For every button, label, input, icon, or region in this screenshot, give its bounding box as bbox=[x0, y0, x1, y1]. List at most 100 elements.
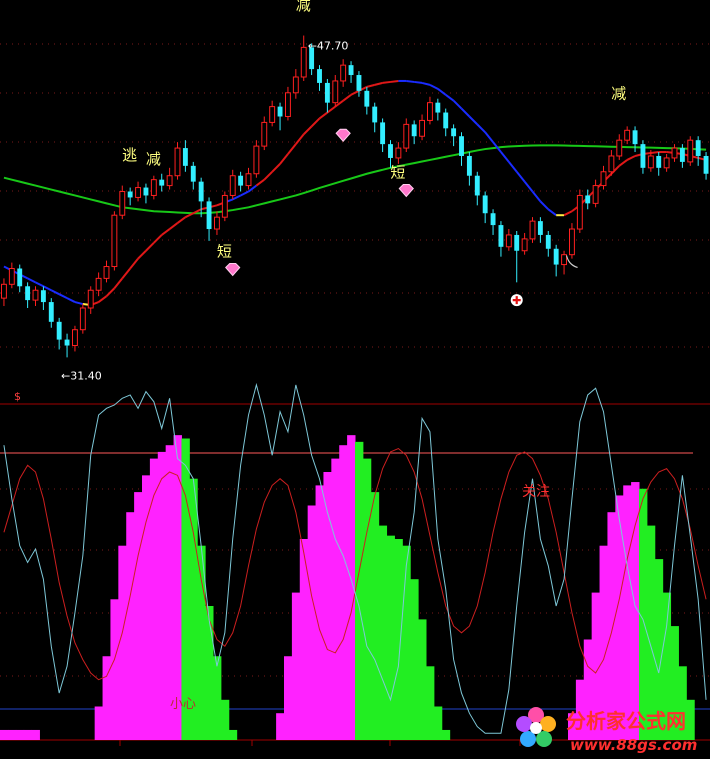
candle-body bbox=[103, 266, 110, 279]
candle-body bbox=[443, 112, 449, 129]
signal-label: 逃 bbox=[122, 146, 137, 164]
candle-body bbox=[56, 321, 62, 340]
histogram-bar bbox=[433, 706, 443, 740]
ma-mid-segment bbox=[66, 297, 76, 303]
candle-body bbox=[32, 289, 39, 301]
stock-chart: 逃减减短短减乀←47.70←31.40 $关注小心 分析家公式网 www.88g… bbox=[0, 0, 710, 754]
candle-body bbox=[25, 286, 31, 301]
price-grid bbox=[0, 43, 710, 348]
histogram-bar bbox=[157, 451, 167, 740]
histogram-bar bbox=[181, 438, 190, 740]
candle-body bbox=[632, 130, 638, 145]
histogram-bar bbox=[426, 666, 435, 740]
histogram-bar bbox=[607, 512, 616, 740]
candle-body bbox=[364, 90, 370, 107]
candle-body bbox=[592, 185, 599, 204]
histogram-bar bbox=[370, 492, 380, 740]
histogram-bar bbox=[134, 492, 143, 740]
histogram-bar bbox=[110, 599, 119, 740]
candle-body bbox=[277, 106, 283, 117]
ma-mid-segment bbox=[295, 133, 305, 145]
candle-body bbox=[529, 220, 536, 240]
histogram-bar bbox=[331, 458, 340, 740]
ma-mid-segment bbox=[500, 151, 510, 163]
candle-body bbox=[166, 175, 173, 187]
histogram-bar bbox=[615, 495, 624, 740]
candle-body bbox=[600, 171, 607, 187]
candle-body bbox=[687, 139, 694, 163]
ma-mid-segment bbox=[342, 93, 352, 102]
candle-body bbox=[419, 119, 426, 137]
histogram-bar bbox=[418, 619, 427, 740]
histogram-bar bbox=[0, 729, 9, 740]
histogram-bar bbox=[291, 592, 301, 740]
candle-body bbox=[671, 147, 678, 159]
ma-mid-segment bbox=[129, 258, 139, 270]
candle-body bbox=[198, 181, 204, 202]
histogram-bar bbox=[355, 441, 364, 740]
histogram-bar bbox=[386, 535, 395, 740]
ma-mid-segment bbox=[27, 277, 36, 284]
label-caution: 小心 bbox=[170, 697, 196, 712]
candle-body bbox=[317, 69, 322, 83]
ma-mid-segment bbox=[484, 131, 494, 143]
ma-mid-segment bbox=[429, 84, 439, 90]
candle-body bbox=[340, 64, 347, 82]
ma-mid-segment bbox=[287, 143, 297, 155]
candle-body bbox=[292, 76, 299, 94]
candle-body bbox=[143, 187, 149, 196]
ma-mid-segment bbox=[105, 287, 116, 297]
candle-body bbox=[261, 121, 268, 147]
ma-mid-segment bbox=[406, 79, 415, 83]
candle-body bbox=[253, 145, 260, 175]
candle-body bbox=[372, 106, 378, 123]
ma-mid-segment bbox=[563, 210, 573, 217]
watermark-name: 分析家公式网 bbox=[566, 709, 686, 733]
candle-body bbox=[71, 329, 78, 347]
candle-body bbox=[521, 238, 528, 252]
histogram-bar bbox=[623, 485, 632, 740]
ma-mid-segment bbox=[176, 216, 186, 224]
ma-mid-segment bbox=[303, 125, 313, 135]
ma-mid-segment bbox=[35, 281, 44, 288]
candle-body bbox=[624, 129, 631, 141]
candle-body bbox=[48, 302, 54, 322]
histogram-bar bbox=[410, 579, 419, 740]
histogram-bar bbox=[205, 606, 214, 740]
histogram-bar bbox=[307, 505, 317, 740]
signal-label: 减 bbox=[611, 85, 626, 103]
ma-mid-segment bbox=[468, 115, 478, 126]
histogram-bar bbox=[339, 445, 348, 740]
candle-body bbox=[64, 339, 70, 346]
candle-body bbox=[482, 195, 488, 214]
histogram-bar bbox=[173, 435, 182, 740]
ma-mid-segment bbox=[98, 295, 108, 303]
candle-body bbox=[284, 92, 291, 117]
candle-body bbox=[182, 148, 188, 166]
candle-body bbox=[616, 139, 623, 157]
indicator-histogram bbox=[0, 435, 695, 740]
candle-body bbox=[585, 195, 591, 204]
candle-body bbox=[380, 122, 386, 145]
histogram-bar bbox=[149, 458, 159, 740]
histogram-bar bbox=[15, 729, 25, 740]
candle-body bbox=[553, 248, 559, 265]
candle-body bbox=[127, 191, 133, 198]
ma-mid-segment bbox=[626, 155, 636, 161]
diamond-icon bbox=[225, 262, 241, 277]
candle-body bbox=[206, 201, 212, 230]
diamond-icon bbox=[398, 184, 414, 198]
ma-mid-segment bbox=[650, 151, 659, 155]
histogram-bar bbox=[23, 729, 33, 740]
ma-mid-segment bbox=[74, 301, 84, 306]
ma-mid-segment bbox=[161, 228, 171, 236]
ma-mid-segment bbox=[366, 83, 375, 88]
ma-mid-segment bbox=[460, 107, 471, 118]
ma-mid-segment bbox=[382, 80, 391, 84]
candle-body bbox=[576, 194, 583, 230]
diamond-icon bbox=[335, 128, 351, 142]
ma-mid-segment bbox=[50, 289, 60, 296]
ma-mid-segment bbox=[421, 81, 431, 86]
candle-body bbox=[135, 187, 142, 198]
signal-label: 减 bbox=[296, 0, 311, 14]
